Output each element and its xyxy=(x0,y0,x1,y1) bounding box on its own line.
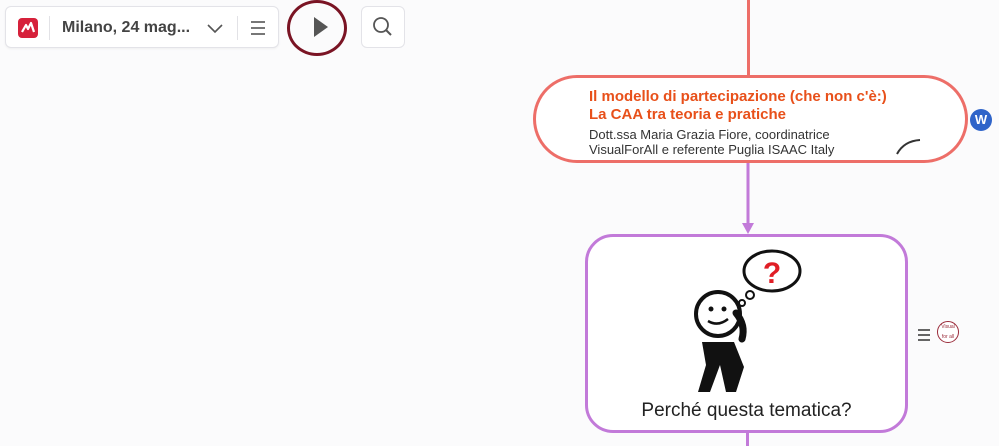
wordpress-icon[interactable]: W xyxy=(970,109,992,131)
decorative-arc xyxy=(896,139,921,155)
toolbar-divider xyxy=(49,16,50,40)
app-logo[interactable] xyxy=(18,18,38,38)
topic-title-line1: Il modello di partecipazione (che non c'… xyxy=(589,88,887,105)
connector-top xyxy=(747,0,750,76)
hamburger-menu-icon[interactable] xyxy=(244,17,272,39)
topic-subtitle-line2: VisualForAll e referente Puglia ISAAC It… xyxy=(589,142,835,157)
connector-bottom xyxy=(746,433,749,446)
toolbar-divider xyxy=(237,16,238,40)
topic-subtitle-line1: Dott.ssa Maria Grazia Fiore, coordinatri… xyxy=(589,127,830,142)
topic-node[interactable]: Il modello di partecipazione (che non c'… xyxy=(533,75,968,163)
map-toolbar: Milano, 24 mag... xyxy=(5,6,279,48)
notes-icon[interactable] xyxy=(917,328,931,342)
search-icon xyxy=(373,17,392,36)
mindmeister-logo-icon xyxy=(21,21,36,33)
thinking-person-icon: ? xyxy=(694,249,802,392)
highlight-ring xyxy=(287,0,347,56)
topic-title-line2: La CAA tra teoria e pratiche xyxy=(589,106,786,123)
visual-for-all-badge-icon[interactable]: Visual for all xyxy=(937,321,959,343)
connector-middle xyxy=(742,163,754,234)
chevron-down-icon[interactable] xyxy=(206,20,224,36)
question-node[interactable]: ? Perché questa tematica? xyxy=(585,234,908,433)
question-caption: Perché questa tematica? xyxy=(641,400,852,421)
map-title[interactable]: Milano, 24 mag... xyxy=(62,19,190,37)
question-mark-glyph: ? xyxy=(763,257,781,290)
search-button[interactable] xyxy=(361,6,405,48)
